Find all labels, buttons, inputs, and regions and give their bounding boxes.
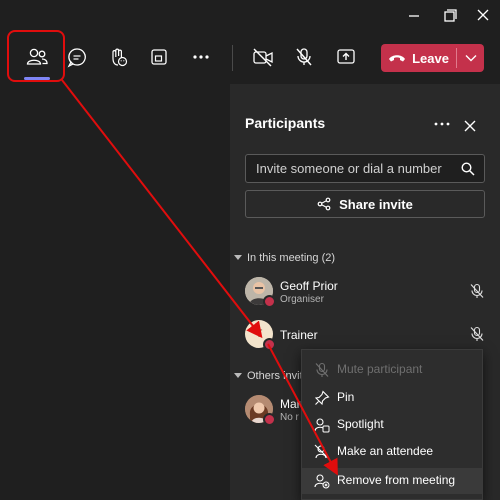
remove-from-meeting-menu-item[interactable]: Remove from meeting: [302, 468, 482, 494]
in-meeting-section-label: In this meeting (2): [247, 252, 336, 264]
menu-item-label: Remove from meeting: [337, 473, 456, 487]
more-actions-button[interactable]: [184, 40, 218, 74]
chat-icon: [67, 48, 86, 68]
close-window-button[interactable]: [471, 4, 495, 26]
spotlight-icon: [314, 418, 330, 433]
participant-context-menu: Mute participant Pin Spotlight Make an a…: [301, 349, 483, 500]
menu-item-label: Mute participant: [337, 362, 423, 376]
mic-off-icon: [296, 48, 312, 66]
minimize-button[interactable]: [402, 4, 426, 26]
status-badge: [263, 338, 276, 351]
phone-hangup-icon: [389, 55, 406, 62]
remove-person-icon: [314, 474, 330, 489]
toolbar-separator: [232, 45, 233, 71]
menu-item-label: Spotlight: [337, 417, 384, 431]
annotation-highlight-box: [7, 30, 65, 82]
ellipsis-icon: [434, 122, 450, 126]
chevron-down-icon: [465, 55, 476, 62]
participant-role: No r: [280, 412, 299, 423]
restore-icon: [444, 9, 457, 22]
raise-hand-icon: [112, 48, 128, 67]
status-badge: [263, 295, 276, 308]
chat-button[interactable]: [60, 40, 94, 74]
share-invite-label: Share invite: [339, 196, 413, 212]
participant-mic-status: [469, 283, 485, 299]
camera-toggle-button[interactable]: [246, 40, 280, 74]
panel-close-button[interactable]: [463, 119, 477, 133]
mute-participant-menu-item[interactable]: Mute participant: [302, 357, 482, 383]
minimize-icon: [409, 15, 419, 17]
pin-icon: [314, 390, 330, 406]
leave-button[interactable]: Leave: [381, 44, 456, 72]
others-invited-section-header[interactable]: Others invite: [234, 370, 309, 382]
leave-label: Leave: [412, 50, 449, 66]
others-section-label: Others invite: [247, 370, 309, 382]
leave-button-group: Leave: [381, 44, 484, 72]
close-icon: [477, 9, 489, 21]
panel-more-button[interactable]: [433, 120, 451, 128]
mic-off-icon: [470, 326, 484, 341]
status-badge: [263, 413, 276, 426]
search-icon: [461, 162, 475, 176]
ellipsis-icon: [193, 55, 209, 59]
close-icon: [464, 120, 476, 132]
breakout-rooms-icon: [151, 49, 167, 65]
pin-menu-item[interactable]: Pin: [302, 385, 482, 411]
react-button[interactable]: [101, 40, 135, 74]
participant-mic-status: [469, 326, 485, 342]
chevron-down-icon: [234, 373, 242, 378]
mic-toggle-button[interactable]: [287, 40, 321, 74]
share-content-button[interactable]: [329, 40, 363, 74]
menu-item-label: Make an attendee: [337, 444, 434, 458]
chevron-down-icon: [234, 255, 242, 260]
mic-off-icon: [315, 362, 329, 377]
participant-role: Organiser: [280, 294, 324, 305]
make-attendee-menu-item[interactable]: Make an attendee: [302, 439, 482, 465]
share-invite-button[interactable]: Share invite: [245, 190, 485, 218]
share-screen-icon: [337, 49, 355, 64]
spotlight-menu-item[interactable]: Spotlight: [302, 412, 482, 438]
search-placeholder: Invite someone or dial a number: [256, 161, 442, 176]
leave-options-button[interactable]: [457, 44, 484, 72]
participant-name: Trainer: [280, 328, 318, 342]
camera-off-icon: [253, 48, 273, 67]
participant-name: Geoff Prior: [280, 279, 338, 293]
invite-search-input[interactable]: Invite someone or dial a number: [245, 154, 485, 183]
menu-item-label: Pin: [337, 390, 355, 404]
in-meeting-section-header[interactable]: In this meeting (2): [234, 252, 335, 264]
make-attendee-icon: [314, 444, 330, 460]
restore-button[interactable]: [438, 4, 462, 26]
participant-name: Mar: [280, 397, 301, 411]
panel-title: Participants: [245, 115, 326, 131]
share-icon: [317, 197, 331, 211]
mic-off-icon: [470, 283, 484, 298]
rooms-button[interactable]: [142, 40, 176, 74]
